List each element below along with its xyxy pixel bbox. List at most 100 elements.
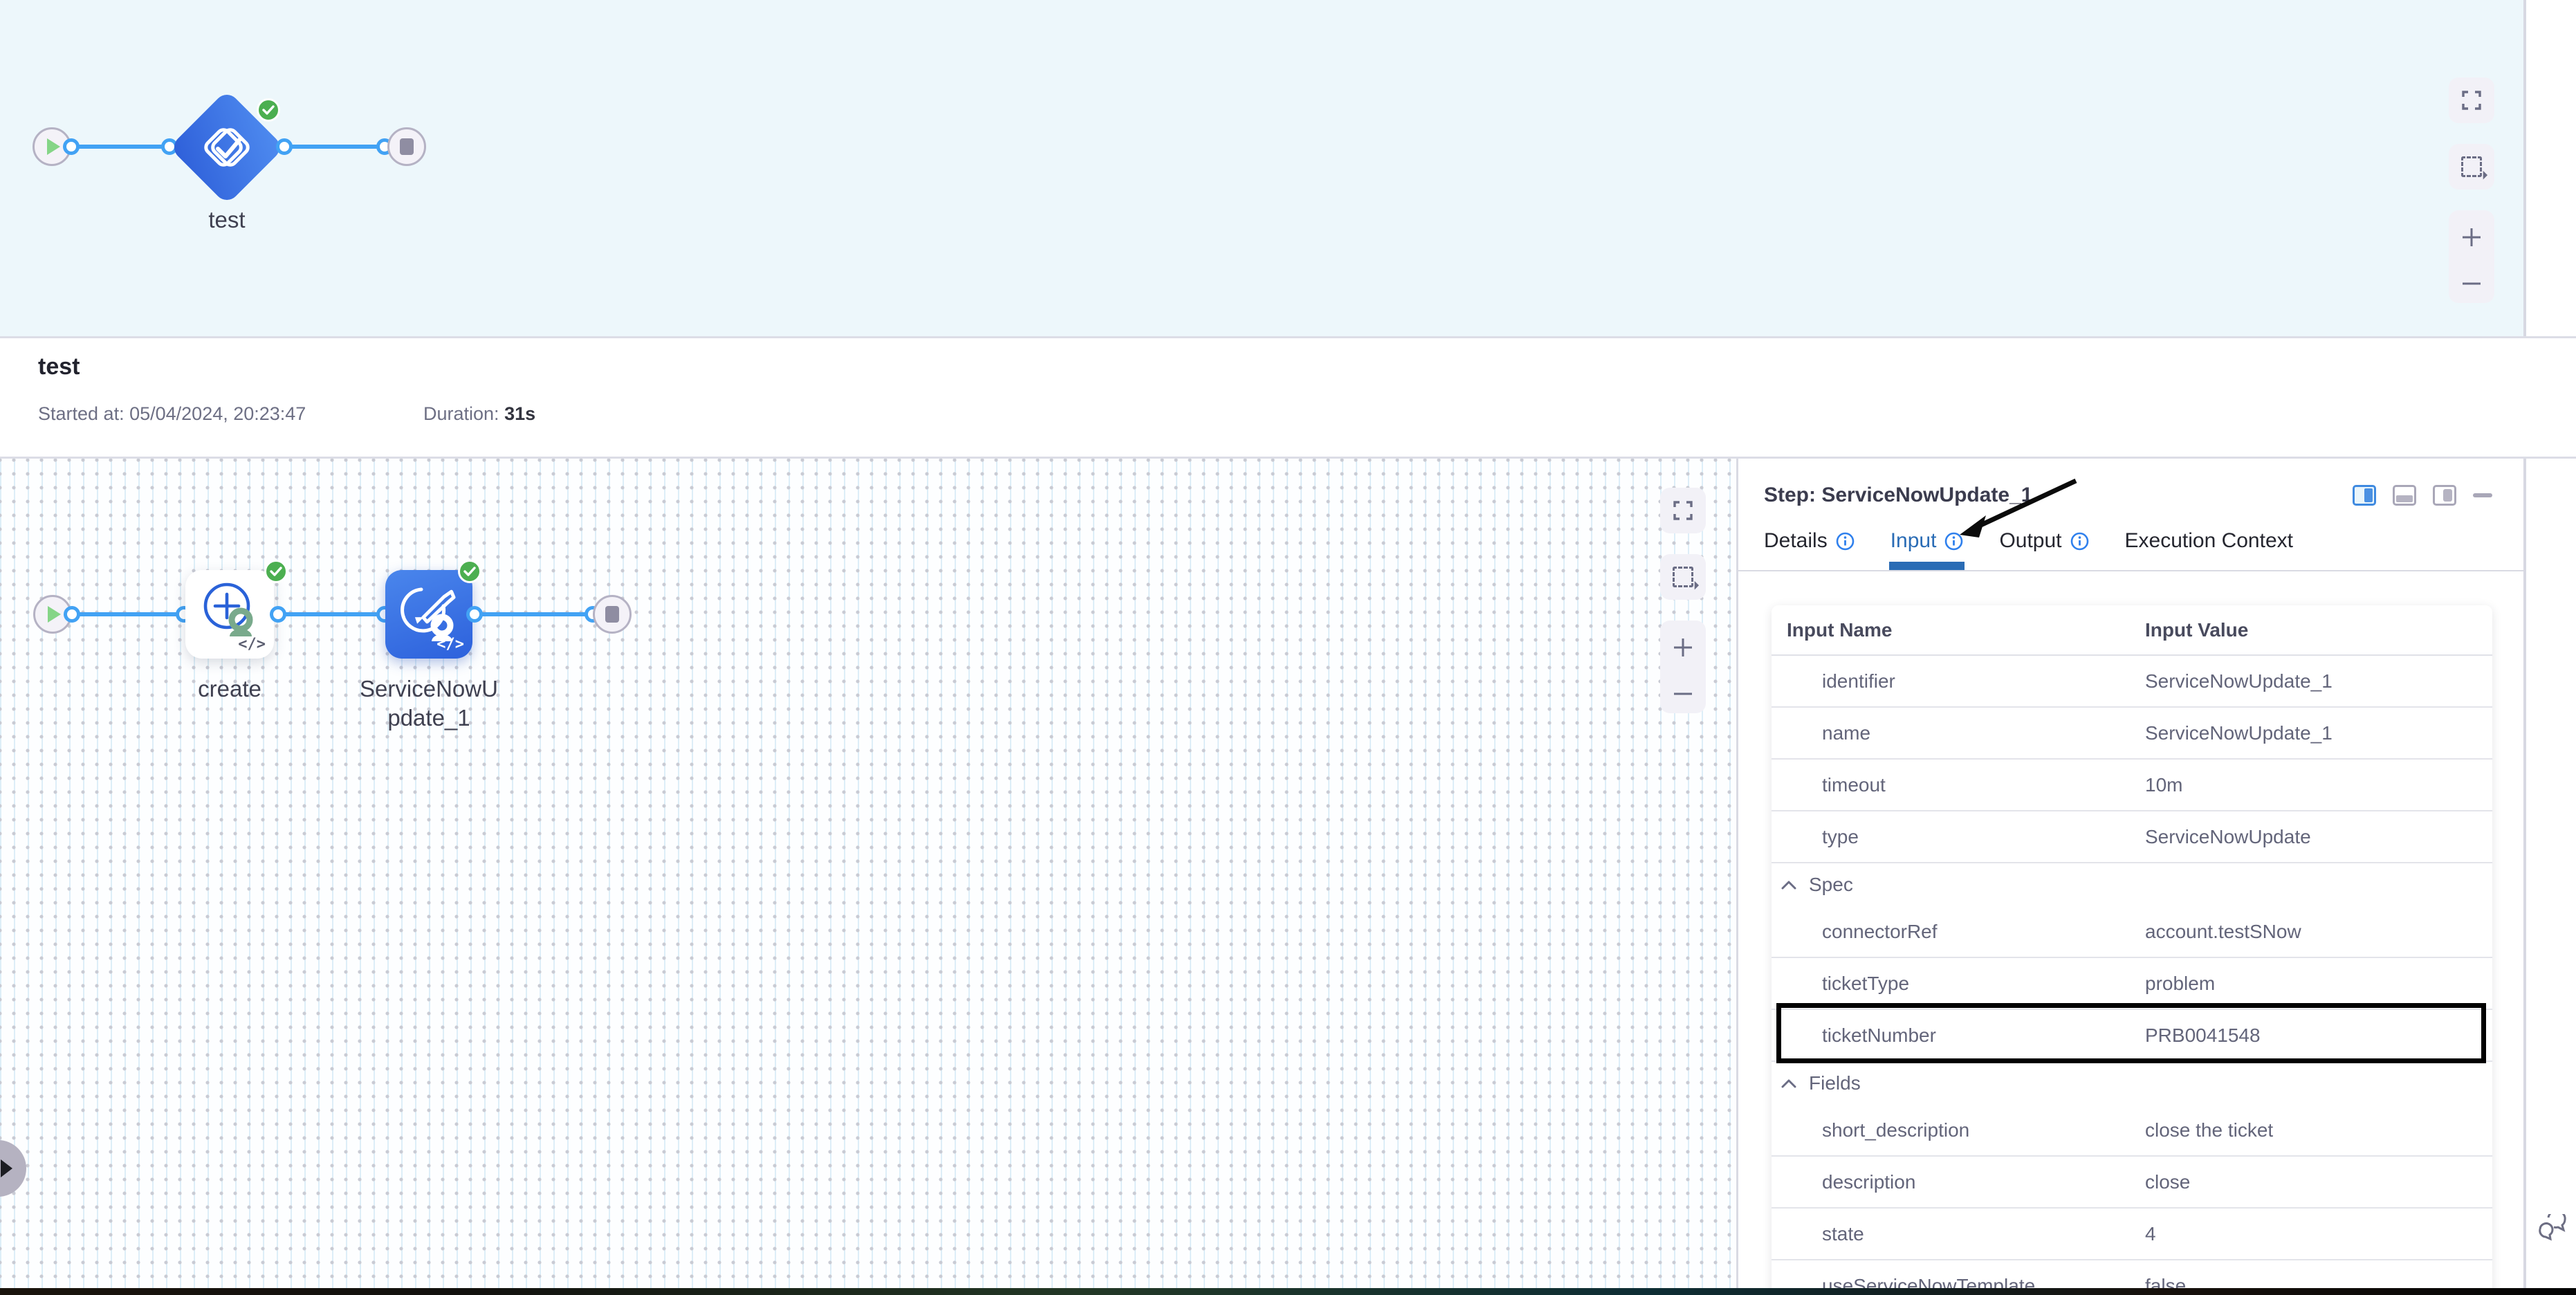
layout-right-split-button[interactable] — [2353, 485, 2376, 506]
input-value-cell: close the ticket — [2140, 1119, 2492, 1141]
input-name-cell: short_description — [1787, 1119, 2140, 1141]
table-row[interactable]: description close — [1772, 1155, 2492, 1207]
input-table-header: Input Name Input Value — [1772, 605, 2492, 656]
chevron-up-icon — [1781, 881, 1796, 890]
table-row[interactable]: timeout 10m — [1772, 758, 2492, 810]
table-row[interactable]: short_description close the ticket — [1772, 1105, 2492, 1155]
create-step-icon — [195, 576, 261, 642]
input-name-cell: useServiceNowTemplate — [1787, 1275, 2140, 1289]
column-header-input-name: Input Name — [1787, 619, 2140, 641]
panel-layout-controls — [2353, 485, 2492, 506]
stage-icon — [199, 120, 255, 175]
zoom-controls[interactable] — [1660, 621, 1706, 713]
edge-port — [63, 138, 80, 155]
fullscreen-button[interactable] — [2449, 77, 2494, 123]
zoom-in-icon — [2460, 226, 2483, 249]
input-table: Input Name Input Value identifier Servic… — [1772, 605, 2492, 1288]
input-name-cell: timeout — [1787, 774, 2140, 796]
stop-icon — [605, 606, 619, 623]
input-name-cell: name — [1787, 722, 2140, 744]
input-name-cell: connectorRef — [1787, 921, 2140, 943]
step-end-node[interactable] — [593, 595, 632, 634]
step-node-create[interactable]: </> — [185, 570, 274, 659]
input-value-cell: ServiceNowUpdate — [2140, 826, 2492, 848]
edge-port — [276, 138, 293, 155]
table-row[interactable]: connectorRef account.testSNow — [1772, 906, 2492, 957]
step-label: ServiceNowUpdate_1 — [360, 674, 498, 733]
success-badge-icon — [257, 98, 280, 122]
stop-icon — [400, 138, 414, 155]
help-chat-icon[interactable] — [2537, 1214, 2568, 1243]
play-icon — [47, 138, 60, 155]
input-value-cell: ServiceNowUpdate_1 — [2140, 670, 2492, 692]
table-section-header[interactable]: Spec — [1772, 862, 2492, 906]
table-row[interactable]: identifier ServiceNowUpdate_1 — [1772, 656, 2492, 706]
run-duration: Duration: 31s — [423, 403, 535, 425]
edge-port — [64, 606, 80, 623]
pipeline-execution-page: { "top_pipeline": { "stage_label": "test… — [0, 0, 2576, 1295]
input-name-cell: state — [1787, 1223, 2140, 1245]
layout-drawer-button[interactable] — [2433, 485, 2456, 506]
canvas-controls — [1660, 488, 1706, 713]
annotation-arrow — [1939, 472, 2091, 549]
servicenow-update-icon — [394, 576, 463, 645]
bottom-screen-sliver — [0, 1288, 2576, 1295]
table-row[interactable]: state 4 — [1772, 1207, 2492, 1259]
zoom-out-icon — [1671, 690, 1695, 698]
table-row[interactable]: useServiceNowTemplate false — [1772, 1259, 2492, 1288]
section-label: Fields — [1809, 1072, 1861, 1094]
step-details-panel: Step: ServiceNowUpdate_1 Details Input O… — [1736, 459, 2523, 1288]
input-value-cell: false — [2140, 1275, 2492, 1289]
table-row-highlighted[interactable]: ticketNumber PRB0041548 — [1772, 1009, 2492, 1060]
success-badge-icon — [264, 560, 288, 583]
canvas-controls — [2449, 77, 2494, 303]
run-started: Started at: 05/04/2024, 20:23:47 — [38, 403, 306, 425]
step-node-servicenowupdate[interactable]: </> — [385, 570, 472, 659]
edge-port — [466, 606, 483, 623]
fullscreen-button[interactable] — [1660, 488, 1706, 533]
table-row[interactable]: name ServiceNowUpdate_1 — [1772, 706, 2492, 758]
table-row[interactable]: type ServiceNowUpdate — [1772, 810, 2492, 862]
input-name-cell: type — [1787, 826, 2140, 848]
table-row[interactable]: ticketType problem — [1772, 957, 2492, 1009]
layout-bottom-split-button[interactable] — [2393, 485, 2416, 506]
stage-label: test — [158, 205, 296, 235]
input-table-body: identifier ServiceNowUpdate_1 name Servi… — [1772, 656, 2492, 1288]
stage-graph-canvas[interactable]: test — [0, 0, 2523, 336]
table-section-header[interactable]: Fields — [1772, 1060, 2492, 1105]
chevron-up-icon — [1781, 1079, 1796, 1088]
input-value-cell: problem — [2140, 973, 2492, 995]
marquee-select-button[interactable] — [1660, 554, 1706, 600]
code-glyph: </> — [436, 636, 464, 653]
section-label: Spec — [1809, 874, 1853, 896]
input-value-cell: account.testSNow — [2140, 921, 2492, 943]
run-header: test Started at: 05/04/2024, 20:23:47 Du… — [0, 336, 2576, 459]
input-value-cell: PRB0041548 — [2140, 1025, 2492, 1047]
tab-details[interactable]: Details — [1764, 529, 1855, 571]
marquee-select-button[interactable] — [2449, 144, 2494, 190]
play-icon — [48, 606, 61, 623]
minimize-panel-button[interactable] — [2473, 493, 2492, 497]
edge-port — [270, 606, 286, 623]
step-label: create — [160, 674, 299, 704]
right-side-strip — [2526, 459, 2576, 1288]
input-value-cell: 4 — [2140, 1223, 2492, 1245]
code-glyph: </> — [238, 636, 266, 653]
pipeline-end-node[interactable] — [387, 127, 426, 166]
column-header-input-value: Input Value — [2140, 619, 2492, 641]
tab-execution-context[interactable]: Execution Context — [2125, 529, 2293, 571]
input-value-cell: ServiceNowUpdate_1 — [2140, 722, 2492, 744]
marquee-icon — [1673, 567, 1693, 587]
input-name-cell: identifier — [1787, 670, 2140, 692]
input-value-cell: close — [2140, 1171, 2492, 1193]
zoom-out-icon — [2460, 279, 2483, 288]
tabs-divider — [1738, 570, 2523, 571]
input-value-cell: 10m — [2140, 774, 2492, 796]
zoom-controls[interactable] — [2449, 210, 2494, 303]
run-title: test — [38, 353, 80, 380]
info-icon[interactable] — [1836, 532, 1855, 551]
input-name-cell: ticketNumber — [1787, 1025, 2140, 1047]
expand-arrow-icon — [1, 1159, 12, 1177]
zoom-in-icon — [1671, 636, 1695, 659]
step-graph-canvas[interactable]: </> create </> ServiceNowUpdate_1 — [0, 459, 1736, 1288]
